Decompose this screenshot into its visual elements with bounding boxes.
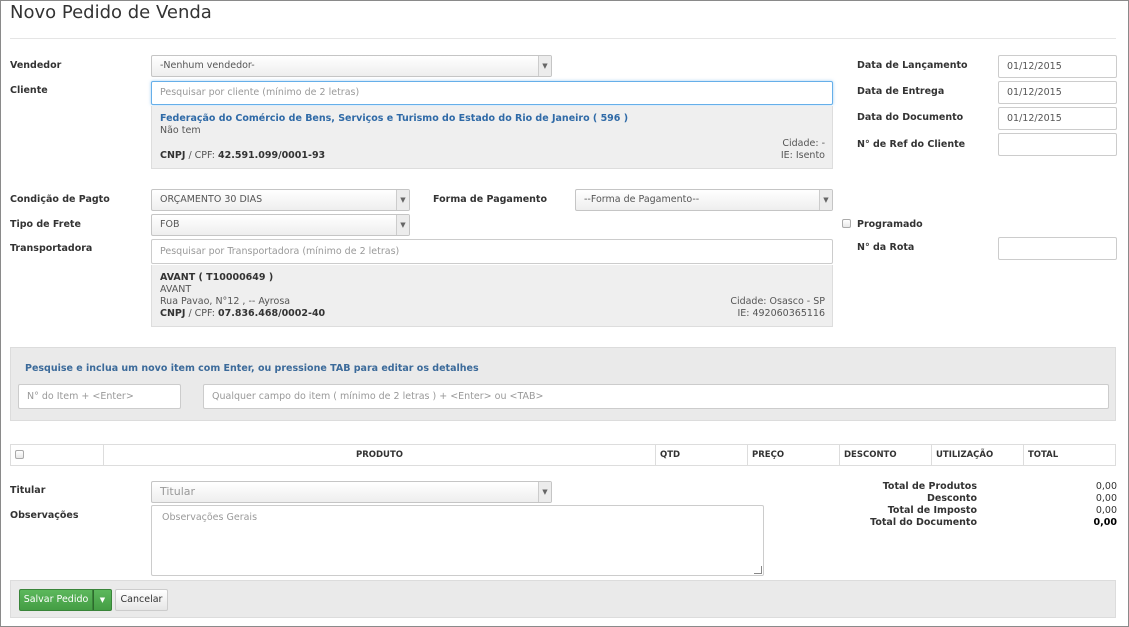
cliente-name-link[interactable]: Federação do Comércio de Bens, Serviços …	[160, 113, 628, 124]
cliente-info-card: Federação do Comércio de Bens, Serviços …	[151, 106, 833, 169]
cliente-search-input[interactable]: Pesquisar por cliente (mínimo de 2 letra…	[151, 81, 833, 105]
cliente-label: Cliente	[10, 85, 48, 96]
chevron-down-icon: ▼	[819, 190, 832, 210]
transportadora-cnpj-value: 07.836.468/0002-40	[218, 308, 326, 319]
condicao-pagto-label: Condição de Pagto	[10, 194, 110, 205]
title-divider	[10, 38, 1116, 39]
chevron-down-icon: ▼	[396, 215, 409, 235]
total-desconto-label: Desconto	[927, 493, 977, 504]
transportadora-name: AVANT ( T10000649 )	[160, 272, 274, 283]
ref-cliente-input[interactable]	[998, 133, 1117, 156]
transportadora-info-card: AVANT ( T10000649 ) AVANT Rua Pavao, N°1…	[151, 265, 833, 327]
vendedor-value: -Nenhum vendedor-	[160, 60, 255, 71]
item-any-field-input[interactable]: Qualquer campo do item ( mínimo de 2 let…	[203, 384, 1109, 409]
cancel-button[interactable]: Cancelar	[115, 589, 168, 611]
ref-cliente-label: N° de Ref do Cliente	[857, 139, 966, 150]
col-total[interactable]: TOTAL	[1023, 444, 1116, 466]
items-table: PRODUTO QTD PREÇO DESCONTO UTILIZAÇÃO TO…	[10, 444, 1116, 466]
forma-pagamento-label: Forma de Pagamento	[433, 194, 547, 205]
total-desconto-value: 0,00	[1095, 493, 1117, 504]
forma-pagamento-select[interactable]: --Forma de Pagamento-- ▼	[575, 189, 833, 211]
total-produtos-value: 0,00	[1095, 481, 1117, 492]
programado-checkbox[interactable]	[842, 219, 851, 228]
totals-values: 0,00 0,00 0,00 0,00	[1057, 481, 1117, 529]
vendedor-label: Vendedor	[10, 60, 62, 71]
col-preco[interactable]: PREÇO	[747, 444, 840, 466]
cliente-subtitle: Não tem	[160, 125, 201, 136]
observacoes-label: Observações	[10, 510, 79, 521]
item-search-panel: Pesquise e inclua um novo item com Enter…	[10, 347, 1116, 421]
chevron-down-icon: ▼	[538, 482, 551, 502]
transportadora-city: Cidade: Osasco - SP	[730, 296, 825, 307]
transportadora-label: Transportadora	[10, 243, 93, 254]
data-documento-input[interactable]: 01/12/2015	[998, 107, 1117, 130]
titular-label: Titular	[10, 485, 46, 496]
tipo-frete-select[interactable]: FOB ▼	[151, 214, 410, 236]
cliente-cnpj: CNPJ / CPF: 42.591.099/0001-93	[160, 150, 325, 161]
items-table-header: PRODUTO QTD PREÇO DESCONTO UTILIZAÇÃO TO…	[10, 444, 1116, 466]
rota-input[interactable]	[998, 237, 1117, 260]
total-imposto-value: 0,00	[1095, 505, 1117, 516]
cliente-cpf-label: / CPF:	[188, 150, 215, 161]
col-qtd[interactable]: QTD	[655, 444, 748, 466]
condicao-pagto-select[interactable]: ORÇAMENTO 30 DIAS ▼	[151, 189, 410, 211]
data-entrega-input[interactable]: 01/12/2015	[998, 81, 1117, 104]
data-lancamento-label: Data de Lançamento	[857, 60, 968, 71]
programado-label: Programado	[857, 219, 923, 230]
transportadora-ie: IE: 492060365116	[737, 308, 825, 319]
save-options-dropdown[interactable]: ▼	[93, 589, 112, 611]
cliente-cnpj-value: 42.591.099/0001-93	[218, 150, 326, 161]
tipo-frete-label: Tipo de Frete	[10, 219, 81, 230]
data-entrega-label: Data de Entrega	[857, 86, 945, 97]
forma-pagamento-value: --Forma de Pagamento--	[584, 194, 700, 205]
observacoes-textarea[interactable]: Observações Gerais	[151, 505, 764, 576]
transportadora-subtitle: AVANT	[160, 284, 192, 295]
vendedor-select[interactable]: -Nenhum vendedor- ▼	[151, 55, 552, 77]
total-documento-value: 0,00	[1093, 517, 1117, 528]
chevron-down-icon: ▼	[538, 56, 551, 76]
cliente-ie: IE: Isento	[780, 150, 825, 161]
chevron-down-icon: ▼	[396, 190, 409, 210]
col-utilizacao[interactable]: UTILIZAÇÃO	[931, 444, 1024, 466]
transportadora-cnpj-label: CNPJ	[160, 308, 186, 319]
rota-label: N° da Rota	[857, 242, 915, 253]
item-search-title: Pesquise e inclua um novo item com Enter…	[25, 363, 479, 374]
total-produtos-label: Total de Produtos	[882, 481, 977, 492]
total-imposto-label: Total de Imposto	[887, 505, 977, 516]
col-produto[interactable]: PRODUTO	[103, 444, 656, 466]
save-order-button[interactable]: Salvar Pedido	[19, 589, 93, 611]
data-documento-label: Data do Documento	[857, 112, 964, 123]
tipo-frete-value: FOB	[160, 219, 180, 230]
cliente-cnpj-label: CNPJ	[160, 150, 186, 161]
page-title: Novo Pedido de Venda	[10, 2, 212, 23]
total-documento-label: Total do Documento	[870, 517, 977, 528]
resize-handle-icon[interactable]	[754, 566, 762, 574]
condicao-pagto-value: ORÇAMENTO 30 DIAS	[160, 194, 263, 205]
titular-placeholder: Titular	[160, 485, 196, 498]
form-actions-bar: Salvar Pedido ▼ Cancelar	[10, 580, 1116, 618]
totals-labels: Total de Produtos Desconto Total de Impo…	[840, 481, 977, 529]
transportadora-cpf-label: / CPF:	[188, 308, 215, 319]
transportadora-search-input[interactable]: Pesquisar por Transportadora (mínimo de …	[151, 239, 833, 264]
transportadora-cnpj: CNPJ / CPF: 07.836.468/0002-40	[160, 308, 325, 319]
data-lancamento-input[interactable]: 01/12/2015	[998, 55, 1117, 78]
titular-select[interactable]: Titular ▼	[151, 481, 552, 503]
item-number-input[interactable]: N° do Item + <Enter>	[18, 384, 181, 409]
select-all-cell	[10, 444, 104, 466]
caret-down-icon: ▼	[99, 596, 106, 604]
transportadora-address: Rua Pavao, N°12 , -- Ayrosa	[160, 296, 291, 307]
select-all-checkbox[interactable]	[15, 450, 24, 459]
col-desconto[interactable]: DESCONTO	[839, 444, 932, 466]
cliente-city: Cidade: -	[782, 138, 825, 149]
